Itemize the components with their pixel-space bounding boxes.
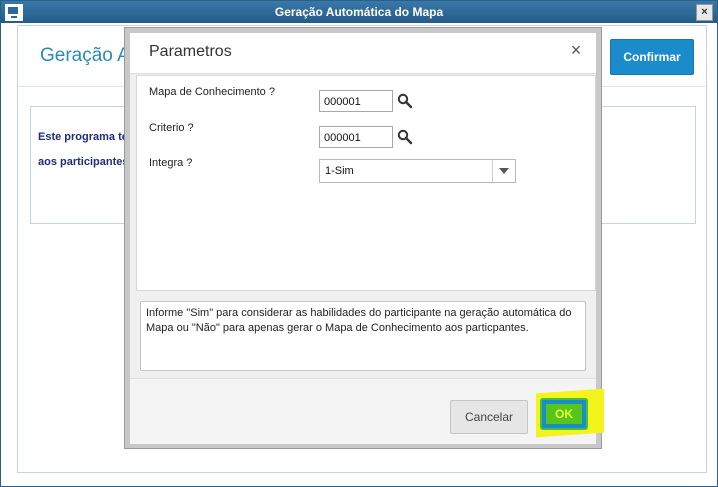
parameters-dialog-frame: Parametros × Mapa de Conhecimento ? 0000… (124, 27, 604, 449)
integra-selected-value: 1-Sim (325, 165, 354, 177)
description-line-1: Este programa te (38, 131, 128, 143)
ok-button-label: OK (555, 407, 573, 421)
criterio-search-icon[interactable] (397, 129, 413, 145)
ok-button[interactable]: OK (540, 398, 588, 430)
criterio-label: Criterio ? (149, 122, 194, 134)
dialog-close-icon[interactable]: × (566, 40, 586, 60)
window-title: Geração Automática do Mapa (274, 5, 444, 19)
parameters-panel: Mapa de Conhecimento ? 000001 Criterio ?… (136, 75, 596, 291)
mapa-input[interactable]: 000001 (319, 90, 393, 112)
page-title: Geração A (40, 45, 130, 66)
parameters-dialog: Parametros × Mapa de Conhecimento ? 0000… (130, 33, 604, 444)
dialog-footer: Cancelar OK (130, 378, 604, 444)
cancel-button[interactable]: Cancelar (450, 400, 528, 434)
help-text-box: Informe "Sim" para considerar as habilid… (140, 301, 586, 371)
integra-label: Integra ? (149, 157, 193, 169)
mapa-search-icon[interactable] (397, 93, 413, 109)
description-line-2: aos participantes (38, 156, 129, 168)
criterio-input[interactable]: 000001 (319, 126, 393, 148)
dialog-header: Parametros × (130, 33, 596, 74)
window-close-icon[interactable]: × (696, 4, 713, 21)
dialog-title: Parametros (149, 43, 232, 60)
integra-select[interactable]: 1-Sim (319, 159, 516, 183)
chevron-down-icon[interactable] (492, 160, 515, 182)
mapa-label: Mapa de Conhecimento ? (149, 86, 275, 98)
window-titlebar: Geração Automática do Mapa × (1, 1, 717, 23)
confirm-button[interactable]: Confirmar (610, 39, 694, 75)
